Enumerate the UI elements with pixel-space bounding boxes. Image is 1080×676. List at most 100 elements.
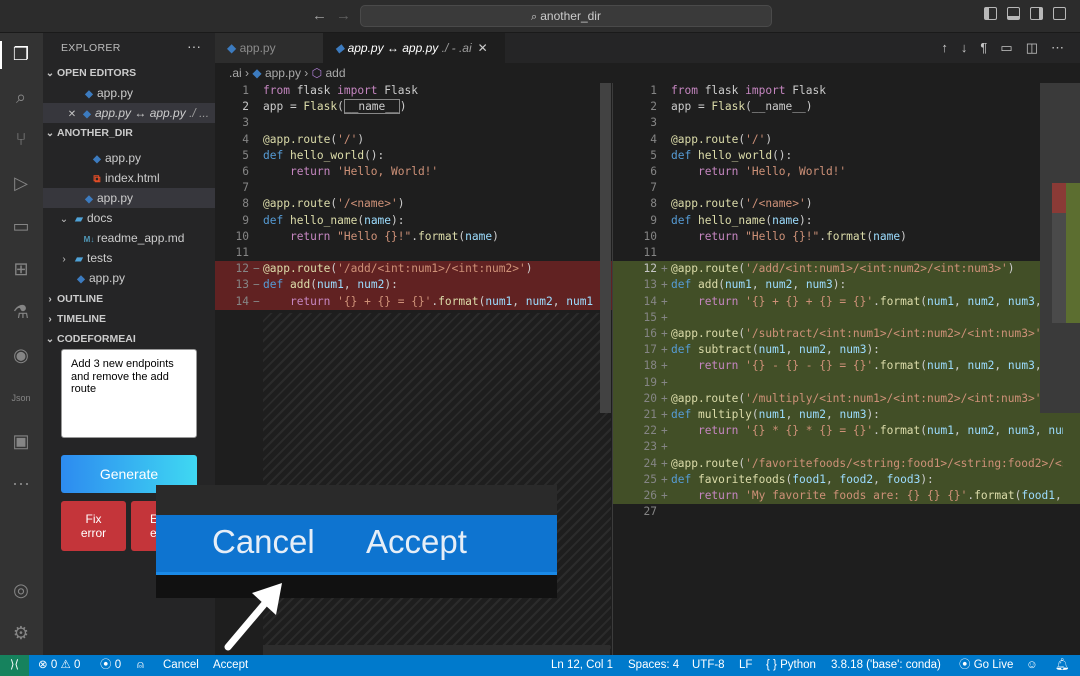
account-icon[interactable]: ◎ xyxy=(8,577,34,603)
code-line-inserted: 12 + @app.route('/add/<int:num1>/<int:num2… xyxy=(613,261,1080,278)
customize-layout-icon[interactable] xyxy=(1053,7,1066,20)
bell-icon[interactable]: 🔔︎ xyxy=(1055,655,1070,676)
status-accept-button[interactable]: Accept xyxy=(213,655,248,676)
close-icon[interactable]: ✕ xyxy=(65,105,79,125)
show-whitespace-icon[interactable]: ¶ xyxy=(980,40,987,56)
ports-status[interactable]: ⦿ 0 xyxy=(100,655,121,676)
breadcrumb-folder[interactable]: .ai xyxy=(229,66,242,80)
code-line: 10 return "Hello {}!".format(name) xyxy=(235,229,499,243)
file-item[interactable]: ◆ app.py xyxy=(43,148,215,168)
fix-error-button[interactable]: Fix error xyxy=(61,501,126,551)
accept-button-zoomed[interactable]: Accept xyxy=(366,523,467,561)
python-interpreter[interactable]: 3.8.18 ('base': conda) xyxy=(831,655,941,676)
line-endings[interactable]: LF xyxy=(739,655,752,676)
status-cancel-button[interactable]: Cancel xyxy=(163,655,199,676)
layout-controls xyxy=(984,7,1066,20)
arrow-left-icon[interactable]: ← xyxy=(312,7,327,24)
code-line: 11 xyxy=(235,246,249,259)
code-line: 8 @app.route('/<name>') xyxy=(242,197,405,211)
symbol-method-icon: ⬡ xyxy=(311,66,323,80)
ai-icon[interactable]: ⍝ xyxy=(137,655,144,676)
diff-modified-pane[interactable]: 1 from flask import Flask 2 app = Flask(… xyxy=(613,83,1080,655)
file-item[interactable]: M↓ readme_app.md xyxy=(43,228,215,248)
open-editor-item[interactable]: ✕ ◆ app.py ↔ app.py ./ ... xyxy=(43,103,215,123)
command-center-search[interactable]: ⌕ another_dir xyxy=(360,5,772,27)
minimap-deleted-marker xyxy=(1052,183,1066,213)
feedback-icon[interactable]: ☺ xyxy=(1026,655,1038,676)
active-indicator xyxy=(0,41,2,69)
python-file-icon: ◆ xyxy=(227,41,240,55)
language-mode[interactable]: { } Python xyxy=(766,655,816,676)
more-actions-icon[interactable]: ⋯ xyxy=(1051,40,1064,56)
chevron-right-icon: › xyxy=(48,294,52,305)
code-line-deleted: 13− def add(num1, num2): xyxy=(215,277,612,294)
code-line: 9 def hello_name(name): xyxy=(650,213,813,227)
timeline-header[interactable]: › TIMELINE xyxy=(43,309,215,329)
gear-icon[interactable]: ⚙ xyxy=(8,620,34,646)
testing-icon[interactable]: ⚗ xyxy=(8,299,34,325)
encoding[interactable]: UTF-8 xyxy=(692,655,725,676)
remote-explorer-icon[interactable]: ▭ xyxy=(8,213,34,239)
docker-icon[interactable]: ◉ xyxy=(8,342,34,368)
breadcrumb-file[interactable]: app.py xyxy=(265,66,301,80)
toggle-primary-sidebar-icon[interactable] xyxy=(984,7,997,20)
problems-status[interactable]: ⊗ 0 ⚠ 0 xyxy=(38,655,80,676)
toggle-secondary-sidebar-icon[interactable] xyxy=(1030,7,1043,20)
editor-actions: ↑ ↓ ¶ ▭ ◫ ⋯ xyxy=(941,40,1064,56)
search-icon[interactable]: ⌕ xyxy=(8,84,34,110)
code-line-inserted: 19 + xyxy=(613,374,1080,391)
explorer-icon[interactable]: ❐ xyxy=(8,41,34,67)
code-line: 7 xyxy=(242,181,249,195)
code-line: 10 return "Hello {}!".format(name) xyxy=(643,229,907,243)
run-debug-icon[interactable]: ▷ xyxy=(8,170,34,196)
go-live-button[interactable]: ⦿ Go Live xyxy=(959,655,1013,676)
python-file-icon: ◆ xyxy=(252,66,262,80)
file-item[interactable]: ◆ app.py xyxy=(43,268,215,288)
next-change-icon[interactable]: ↓ xyxy=(961,40,968,56)
breadcrumb-symbol[interactable]: add xyxy=(325,66,345,80)
extensions-icon[interactable]: ⊞ xyxy=(8,256,34,282)
tab-app-py[interactable]: ◆ app.py xyxy=(215,33,323,63)
folder-item[interactable]: ⌄ ▰ docs xyxy=(43,208,215,228)
ports-icon: ⦿ xyxy=(100,659,112,671)
codeformeai-header[interactable]: ⌄ CODEFORMEAI xyxy=(43,329,215,349)
search-text: another_dir xyxy=(540,9,601,23)
code-line: 11 xyxy=(643,246,657,259)
open-file-icon[interactable]: ▭ xyxy=(1000,40,1012,56)
toggle-panel-icon[interactable] xyxy=(1007,7,1020,20)
prompt-textarea[interactable]: Add 3 new endpoints and remove the add r… xyxy=(61,349,197,438)
codeformeai-icon[interactable]: ▣ xyxy=(8,428,34,454)
source-control-icon[interactable]: ⑂ xyxy=(8,126,34,152)
warning-icon: ⚠ xyxy=(60,659,71,671)
more-icon[interactable]: ⋯ xyxy=(8,471,34,497)
project-folder-header[interactable]: ⌄ ANOTHER_DIR xyxy=(43,123,215,143)
status-bar: ⟩⟨ ⊗ 0 ⚠ 0 ⦿ 0 ⍝ Cancel Accept Ln 12, Co… xyxy=(0,655,1080,676)
json-icon[interactable]: Json xyxy=(8,385,34,411)
open-editor-item[interactable]: ◆ app.py xyxy=(43,83,215,103)
cursor-position[interactable]: Ln 12, Col 1 xyxy=(551,655,613,676)
minimap[interactable] xyxy=(1040,83,1080,413)
open-editors-header[interactable]: ⌄ OPEN EDITORS xyxy=(43,63,215,83)
folder-item[interactable]: › ▰ tests xyxy=(43,248,215,268)
code-line-inserted: 16 + @app.route('/subtract/<int:num1>/<int… xyxy=(613,326,1080,343)
minimap-slider xyxy=(1052,213,1066,323)
arrow-right-icon[interactable]: → xyxy=(336,7,351,24)
activity-bar: ❐ ⌕ ⑂ ▷ ▭ ⊞ ⚗ ◉ Json ▣ ⋯ ◎ ⚙ xyxy=(0,33,43,655)
code-line-inserted: 25 + def favoritefoods(food1, food2, food3… xyxy=(613,471,1080,488)
python-file-icon: ◆ xyxy=(85,89,93,100)
cancel-button-zoomed[interactable]: Cancel xyxy=(212,523,315,561)
split-editor-icon[interactable]: ◫ xyxy=(1026,40,1038,56)
close-icon[interactable]: ✕ xyxy=(478,41,488,55)
editor-horizontal-scrollbar[interactable] xyxy=(263,645,610,655)
code-line-inserted: 13 + def add(num1, num2, num3): xyxy=(613,277,1080,294)
file-item[interactable]: ⧉ index.html xyxy=(43,168,215,188)
tab-diff-app-py[interactable]: ◆ app.py ↔ app.py ./ - .ai ✕ xyxy=(323,33,505,63)
indentation[interactable]: Spaces: 4 xyxy=(628,655,679,676)
file-item[interactable]: ◆ app.py xyxy=(43,188,215,208)
scrollbar-thumb[interactable] xyxy=(600,83,611,413)
previous-change-icon[interactable]: ↑ xyxy=(941,40,948,56)
more-actions-icon[interactable]: ··· xyxy=(187,38,201,54)
outline-header[interactable]: › OUTLINE xyxy=(43,289,215,309)
chevron-down-icon: ⌄ xyxy=(45,68,55,79)
remote-indicator-icon[interactable]: ⟩⟨ xyxy=(0,655,29,676)
